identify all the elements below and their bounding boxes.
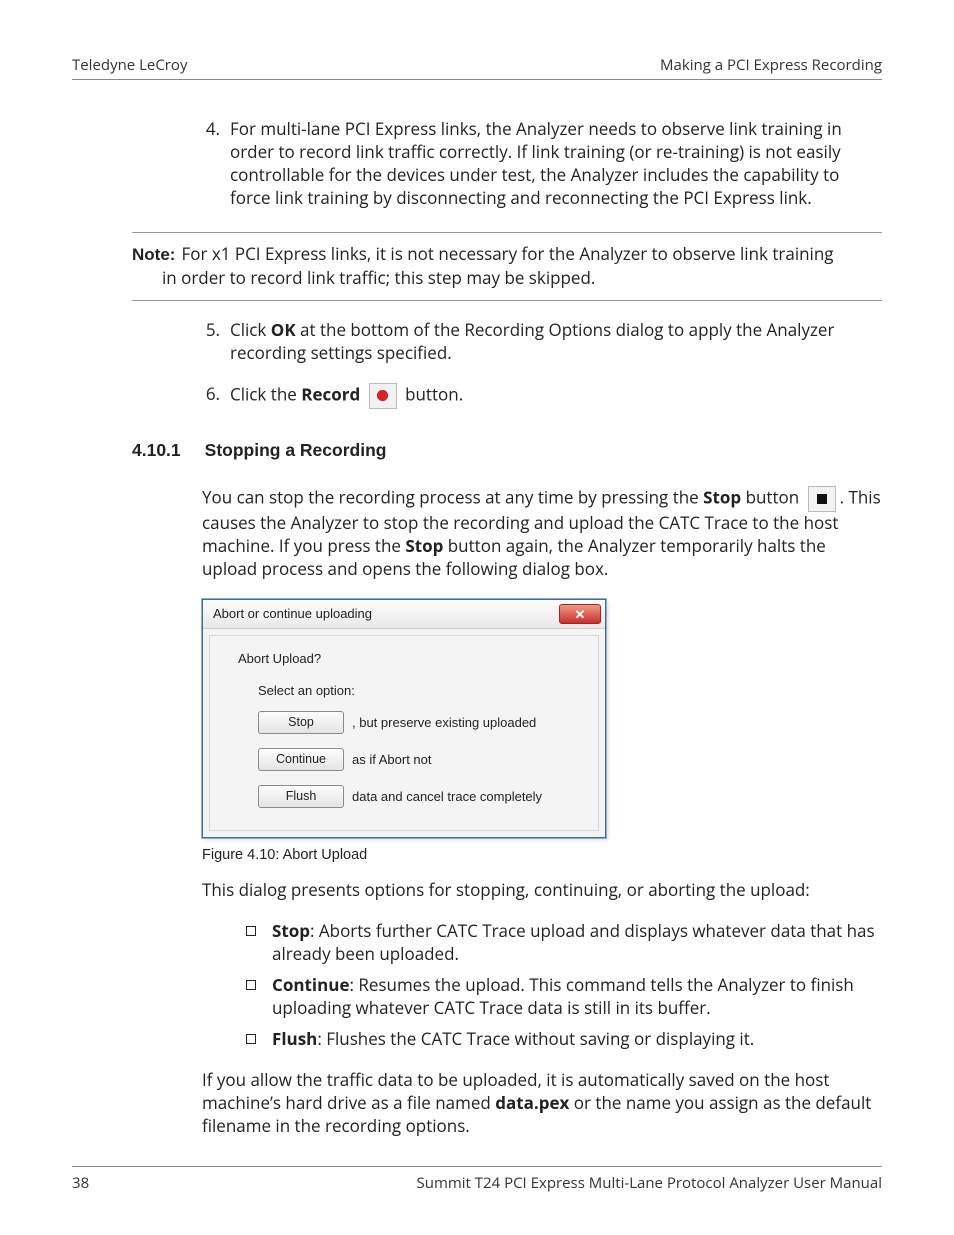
header-left: Teledyne LeCroy: [72, 55, 187, 75]
li-stop-bold: Stop: [272, 919, 310, 942]
p1-bold2: Stop: [405, 534, 443, 557]
dialog-body: Abort Upload? Select an option: Stop , b…: [209, 635, 599, 831]
stop-square-icon: [817, 494, 827, 504]
record-button-icon: [369, 383, 397, 409]
step-text: Click OK at the bottom of the Recording …: [230, 319, 882, 365]
step6-post: button.: [405, 382, 463, 405]
list-item-flush: Flush: Flushes the CATC Trace without sa…: [246, 1028, 882, 1051]
note-label: Note:: [132, 245, 175, 264]
li-cont-txt: : Resumes the upload. This command tells…: [272, 973, 854, 1019]
page: Teledyne LeCroy Making a PCI Express Rec…: [0, 0, 954, 1235]
page-number: 38: [72, 1173, 89, 1193]
dialog-row-stop: Stop , but preserve existing uploaded: [258, 711, 580, 734]
p1-a: You can stop the recording process at an…: [202, 486, 703, 509]
step-number: 5.: [202, 319, 220, 365]
step-4: 4. For multi-lane PCI Express links, the…: [202, 118, 882, 210]
step-text: For multi-lane PCI Express links, the An…: [230, 118, 882, 210]
dialog-select-label: Select an option:: [258, 682, 580, 700]
list-item-continue: Continue: Resumes the upload. This comma…: [246, 974, 882, 1020]
section-heading: 4.10.1 Stopping a Recording: [132, 439, 882, 463]
stop-desc: , but preserve existing uploaded: [352, 714, 536, 732]
dialog-close-button[interactable]: ✕: [559, 604, 601, 624]
dialog-titlebar: Abort or continue uploading ✕: [203, 600, 605, 629]
p1-bold: Stop: [703, 486, 741, 509]
closing-para: If you allow the traffic data to be uplo…: [202, 1069, 882, 1138]
dialog-title: Abort or continue uploading: [213, 605, 372, 623]
step6-bold: Record: [301, 382, 360, 405]
note-line-2: in order to record link traffic; this st…: [162, 267, 882, 290]
dialog-row-flush: Flush data and cancel trace completely: [258, 785, 580, 808]
step5-post: at the bottom of the Recording Options d…: [230, 318, 834, 364]
step-6: 6. Click the Record button.: [202, 383, 882, 409]
stopping-block: You can stop the recording process at an…: [202, 486, 882, 1138]
note-line-1: For x1 PCI Express links, it is not nece…: [181, 242, 833, 265]
figure-caption: Figure 4.10: Abort Upload: [202, 846, 882, 866]
step-number: 4.: [202, 118, 220, 210]
record-dot-icon: [377, 390, 388, 401]
step5-bold: OK: [271, 318, 296, 341]
step6-pre: Click the: [230, 382, 301, 405]
li-stop-txt: : Aborts further CATC Trace upload and d…: [272, 919, 875, 965]
dialog-row-continue: Continue as if Abort not: [258, 748, 580, 771]
abort-dialog: Abort or continue uploading ✕ Abort Uplo…: [202, 599, 606, 838]
footer-title: Summit T24 PCI Express Multi-Lane Protoc…: [417, 1173, 882, 1193]
page-header: Teledyne LeCroy Making a PCI Express Rec…: [72, 55, 882, 80]
step-5: 5. Click OK at the bottom of the Recordi…: [202, 319, 882, 365]
li-cont-bold: Continue: [272, 973, 350, 996]
section-title: Stopping a Recording: [205, 439, 387, 463]
step-text: Click the Record button.: [230, 383, 882, 409]
note-box: Note: For x1 PCI Express links, it is not…: [132, 232, 882, 301]
flush-button[interactable]: Flush: [258, 785, 344, 808]
body-column: 4. For multi-lane PCI Express links, the…: [202, 118, 882, 210]
stop-button[interactable]: Stop: [258, 711, 344, 734]
stopping-paragraph: You can stop the recording process at an…: [202, 486, 882, 581]
page-footer: 38 Summit T24 PCI Express Multi-Lane Pro…: [72, 1166, 882, 1193]
dialog-question: Abort Upload?: [238, 650, 580, 668]
continue-desc: as if Abort not: [352, 751, 432, 769]
stop-button-icon: [808, 486, 836, 512]
p1-b: button: [741, 486, 803, 509]
options-list: Stop: Aborts further CATC Trace upload a…: [246, 920, 882, 1051]
li-flush-bold: Flush: [272, 1027, 317, 1050]
header-right: Making a PCI Express Recording: [660, 55, 882, 75]
flush-desc: data and cancel trace completely: [352, 788, 542, 806]
close-icon: ✕: [575, 608, 586, 621]
step5-pre: Click: [230, 318, 271, 341]
section-number: 4.10.1: [132, 439, 181, 463]
closing-file: data.pex: [495, 1091, 569, 1114]
body-column-2: 5. Click OK at the bottom of the Recordi…: [202, 319, 882, 409]
step-number: 6.: [202, 383, 220, 409]
after-dialog-para: This dialog presents options for stoppin…: [202, 879, 882, 902]
li-flush-txt: : Flushes the CATC Trace without saving …: [317, 1027, 754, 1050]
continue-button[interactable]: Continue: [258, 748, 344, 771]
list-item-stop: Stop: Aborts further CATC Trace upload a…: [246, 920, 882, 966]
